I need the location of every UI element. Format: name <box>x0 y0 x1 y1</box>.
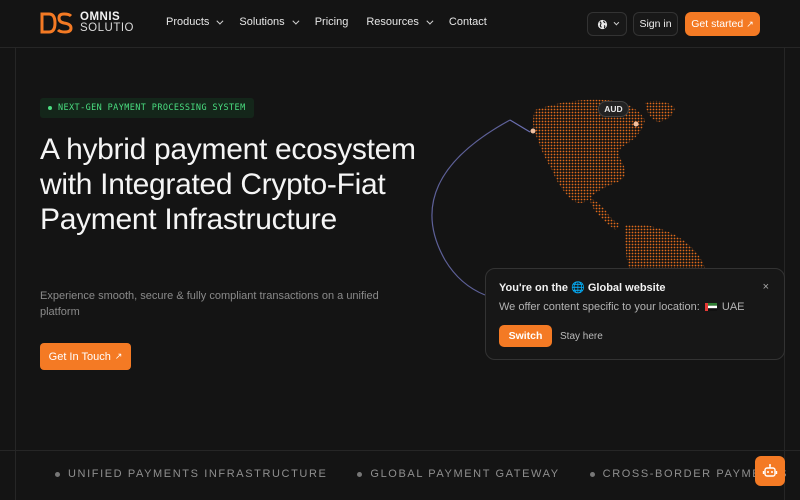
globe-icon: 🌐 <box>571 282 585 294</box>
main-nav: Products Solutions Pricing Resources Con… <box>166 16 505 28</box>
get-started-label: Get started <box>691 18 744 30</box>
brand-name: OMNIS SOLUTIO <box>80 11 134 34</box>
popup-message: We offer content specific to your locati… <box>499 301 771 313</box>
nav-item-products[interactable]: Products <box>166 16 224 28</box>
chatbot-button[interactable] <box>755 456 785 486</box>
site-header: OMNIS SOLUTIO Products Solutions Pricing… <box>0 0 800 48</box>
chevron-down-icon <box>613 19 620 26</box>
popup-title: You're on the 🌐 Global website <box>499 281 771 294</box>
ticker-item: UNIFIED PAYMENTS INFRASTRUCTURE <box>55 468 327 480</box>
nav-item-solutions[interactable]: Solutions <box>239 16 300 28</box>
brand-name-line2: SOLUTIO <box>80 22 134 34</box>
popup-message-text: We offer content specific to your locati… <box>499 301 700 313</box>
ticker-item-text: UNIFIED PAYMENTS INFRASTRUCTURE <box>68 468 328 480</box>
nav-label: Pricing <box>314 16 349 28</box>
cta-label: Get In Touch <box>48 350 111 363</box>
chevron-down-icon <box>216 17 224 25</box>
ticker-item: GLOBAL PAYMENT GATEWAY <box>357 468 559 480</box>
currency-tag: AUD <box>598 101 629 117</box>
bullet-icon <box>589 471 595 477</box>
hero-badge-text: NEXT-GEN PAYMENT PROCESSING SYSTEM <box>58 103 246 113</box>
logo-mark-icon <box>40 12 73 34</box>
popup-actions: Switch Stay here <box>499 325 603 347</box>
brand-logo[interactable]: OMNIS SOLUTIO <box>40 11 134 34</box>
sign-in-button[interactable]: Sign in <box>633 12 678 36</box>
hero-subtitle: Experience smooth, secure & fully compli… <box>40 290 379 318</box>
robot-icon <box>762 464 778 477</box>
nav-label: Products <box>166 16 210 28</box>
hero-title: A hybrid payment ecosystem with Integrat… <box>40 133 416 236</box>
nav-item-resources[interactable]: Resources <box>366 16 434 28</box>
language-selector-button[interactable] <box>587 12 627 36</box>
bullet-icon <box>357 471 363 477</box>
ticker-item-text: GLOBAL PAYMENT GATEWAY <box>370 468 560 480</box>
arrow-up-right-icon: ↗ <box>746 18 754 29</box>
nav-label: Resources <box>366 16 419 28</box>
nav-item-contact[interactable]: Contact <box>449 16 487 28</box>
get-in-touch-button[interactable]: Get In Touch ↗ <box>40 343 131 370</box>
ticker-track: UNIFIED PAYMENTS INFRASTRUCTURE GLOBAL P… <box>55 468 800 480</box>
stay-here-button[interactable]: Stay here <box>560 331 603 342</box>
close-icon[interactable]: × <box>763 281 769 293</box>
popup-title-suffix: Global website <box>587 282 666 294</box>
get-started-button[interactable]: Get started ↗ <box>685 12 760 36</box>
feature-ticker: UNIFIED PAYMENTS INFRASTRUCTURE GLOBAL P… <box>0 450 800 500</box>
globe-icon <box>597 19 608 29</box>
nav-label: Solutions <box>239 16 285 28</box>
arrow-up-right-icon: ↗ <box>114 351 123 361</box>
popup-location: UAE <box>721 301 745 313</box>
location-popup: You're on the 🌐 Global website × We offe… <box>485 268 785 360</box>
popup-title-prefix: You're on the <box>499 282 569 294</box>
chevron-down-icon <box>426 17 434 25</box>
bullet-icon <box>55 471 60 477</box>
chevron-down-icon <box>292 17 300 25</box>
nav-label: Contact <box>448 16 487 28</box>
switch-button[interactable]: Switch <box>499 325 552 347</box>
hero-badge: NEXT-GEN PAYMENT PROCESSING SYSTEM <box>40 98 254 118</box>
status-dot-icon <box>48 106 52 110</box>
uae-flag-icon <box>704 303 717 312</box>
frame-line-left <box>15 48 16 500</box>
nav-item-pricing[interactable]: Pricing <box>315 16 349 28</box>
